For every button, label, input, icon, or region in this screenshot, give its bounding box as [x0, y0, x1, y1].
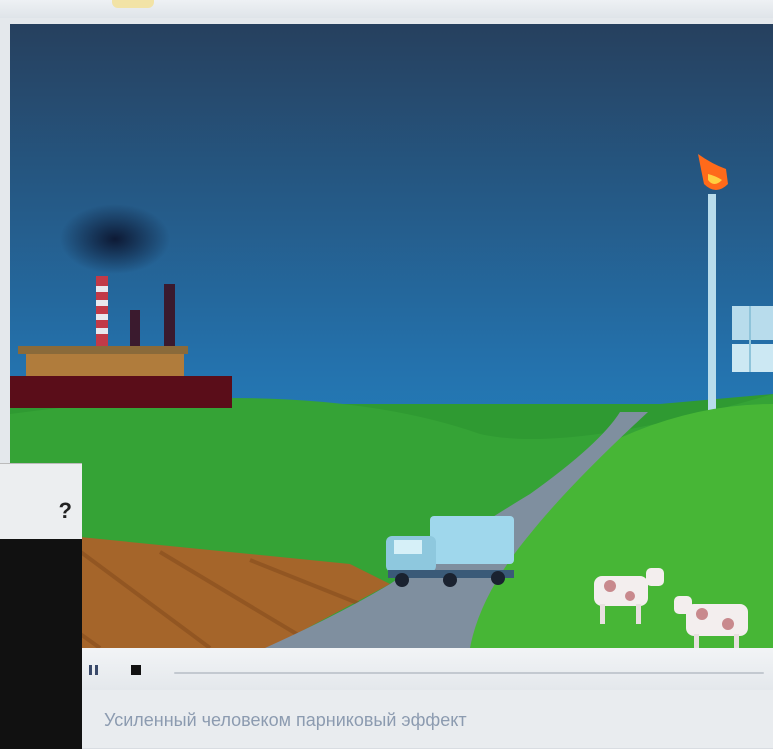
window-top-strip — [0, 0, 773, 18]
caption-bar: Усиленный человеком парниковый эффект — [82, 690, 773, 748]
greenhouse-scene — [10, 24, 773, 648]
side-panel: ? — [0, 463, 82, 749]
smoke-cloud — [60, 204, 170, 274]
seek-bar[interactable] — [174, 672, 764, 674]
player-control-bar — [82, 648, 773, 690]
stop-button[interactable] — [128, 662, 144, 678]
building — [732, 306, 773, 372]
video-caption: Усиленный человеком парниковый эффект — [104, 710, 467, 730]
video-frame[interactable] — [10, 24, 773, 648]
pause-button[interactable] — [86, 662, 102, 678]
side-panel-heading: ? — [58, 498, 72, 523]
browser-tab-glimpse[interactable] — [112, 0, 154, 8]
side-panel-header: ? — [0, 464, 82, 539]
